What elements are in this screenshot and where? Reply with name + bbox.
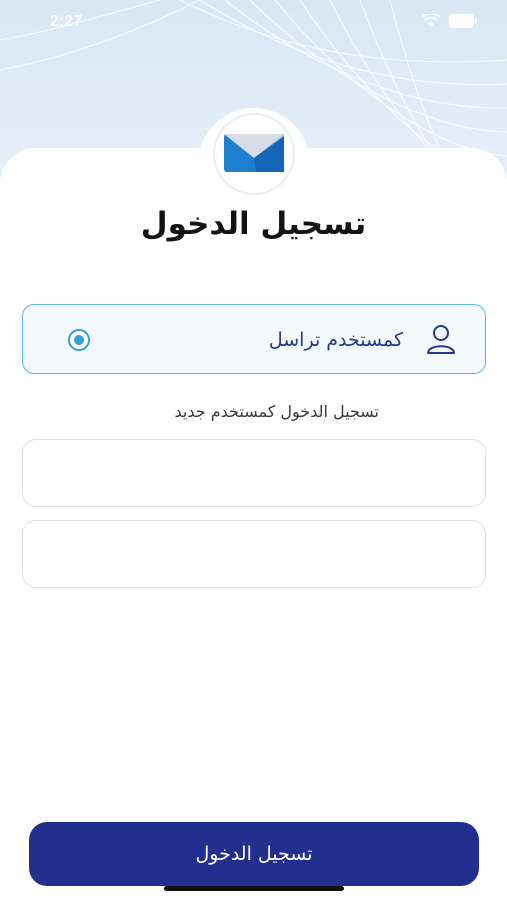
home-indicator (164, 886, 344, 891)
account-type-label: كمستخدم تراسل (268, 329, 403, 351)
username-field[interactable] (22, 439, 486, 507)
user-icon (427, 325, 455, 354)
radio-selected[interactable] (68, 329, 90, 351)
password-field[interactable] (22, 520, 486, 588)
login-button[interactable]: تسجيل الدخول (29, 822, 479, 886)
account-type-option[interactable]: كمستخدم تراسل (22, 304, 486, 374)
status-bar: 2:27 (0, 0, 507, 44)
new-user-login-link[interactable]: تسجيل الدخول كمستخدم جديد (175, 402, 380, 421)
envelope-icon (224, 134, 284, 172)
battery-icon (449, 14, 477, 28)
page-title: تسجيل الدخول (140, 206, 367, 242)
status-time: 2:27 (50, 13, 83, 30)
wifi-icon (421, 14, 441, 27)
status-icons (421, 14, 477, 28)
